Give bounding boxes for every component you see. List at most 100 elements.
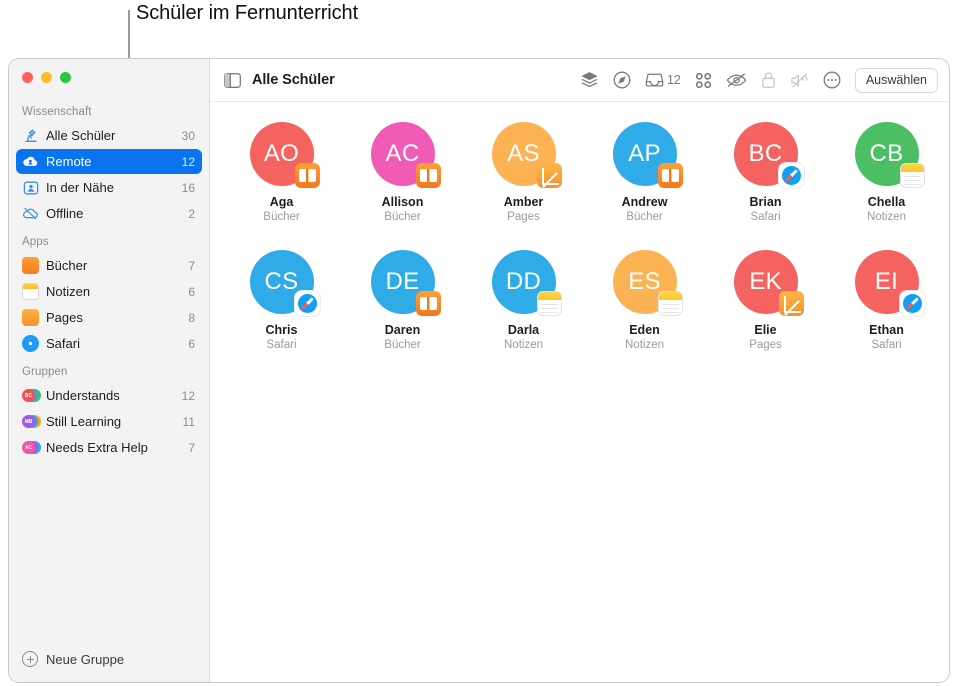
sidebar-item-safari[interactable]: Safari 6	[16, 331, 202, 356]
safari-app-icon	[22, 335, 39, 352]
sidebar-item-label: Offline	[46, 206, 84, 221]
sidebar-item-notizen[interactable]: Notizen 6	[16, 279, 202, 304]
sidebar-item-understands[interactable]: BC Understands 12	[16, 383, 202, 408]
student-card[interactable]: DE Daren Bücher	[342, 250, 463, 351]
sidebar-item-alle-schueler[interactable]: Alle Schüler 30	[16, 123, 202, 148]
avatar: DD	[491, 250, 562, 316]
student-name: Brian	[749, 195, 782, 209]
avatar: EK	[733, 250, 804, 316]
sidebar-list: Wissenschaft Alle Schüler 30 Remote 12 I…	[9, 97, 209, 634]
pages-app-badge-icon	[778, 291, 804, 316]
navigate-compass-icon[interactable]	[613, 71, 631, 89]
student-card[interactable]: DD Darla Notizen	[463, 250, 584, 351]
cloud-person-icon	[22, 153, 39, 170]
student-app: Bücher	[263, 211, 300, 223]
student-name: Daren	[384, 323, 421, 337]
safari-app-badge-icon	[899, 291, 925, 316]
books-app-badge-icon	[415, 163, 441, 188]
student-name: Allison	[381, 195, 424, 209]
sidebar-item-pages[interactable]: Pages 8	[16, 305, 202, 330]
sidebar-section-header: Apps	[22, 236, 49, 248]
new-group-label: Neue Gruppe	[46, 651, 125, 667]
student-card[interactable]: ES Eden Notizen	[584, 250, 705, 351]
zoom-button[interactable]	[60, 72, 71, 83]
new-group-button[interactable]: Neue Gruppe	[9, 636, 209, 682]
safari-app-badge-icon	[778, 163, 804, 188]
sidebar-item-label: Bücher	[46, 258, 88, 273]
main-panel: Alle Schüler 12 Auswählen AO Aga Bücher …	[210, 59, 949, 682]
books-app-icon	[22, 257, 39, 274]
avatar: CB	[854, 122, 925, 188]
student-card[interactable]: EK Elie Pages	[705, 250, 826, 351]
lock-icon	[761, 71, 776, 89]
more-ellipsis-icon[interactable]	[823, 71, 841, 89]
sidebar-item-count: 16	[181, 180, 195, 195]
grid-view-icon[interactable]	[695, 72, 712, 89]
sidebar-item-count: 11	[182, 414, 195, 429]
student-card[interactable]: CS Chris Safari	[221, 250, 342, 351]
student-name: Chris	[265, 323, 298, 337]
eye-slash-icon[interactable]	[726, 72, 747, 88]
sidebar-item-remote[interactable]: Remote 12	[16, 149, 202, 174]
student-card[interactable]: AP Andrew Bücher	[584, 122, 705, 223]
sidebar-item-in-der-naehe[interactable]: In der Nähe 16	[16, 175, 202, 200]
close-button[interactable]	[22, 72, 33, 83]
person-frame-icon	[22, 179, 39, 196]
student-app: Safari	[750, 211, 781, 223]
layers-icon[interactable]	[580, 71, 599, 89]
sidebar-item-still-learning[interactable]: MB Still Learning 11	[16, 409, 202, 434]
student-card[interactable]: AO Aga Bücher	[221, 122, 342, 223]
sidebar-item-needs-extra-help[interactable]: AC Needs Extra Help 7	[16, 435, 202, 460]
sidebar-item-count: 6	[188, 336, 195, 351]
sidebar-item-count: 12	[181, 154, 195, 169]
student-card[interactable]: CB Chella Notizen	[826, 122, 947, 223]
sidebar-item-count: 7	[188, 440, 195, 455]
group-avatars-icon: BC	[22, 387, 41, 404]
sidebar-item-count: 8	[188, 310, 195, 325]
pages-app-badge-icon	[536, 163, 562, 188]
sidebar-item-label: Pages	[46, 310, 83, 325]
student-app: Notizen	[867, 211, 906, 223]
app-window: Wissenschaft Alle Schüler 30 Remote 12 I…	[8, 58, 950, 683]
student-card[interactable]: BC Brian Safari	[705, 122, 826, 223]
student-app: Pages	[749, 339, 782, 351]
sidebar-toggle-icon[interactable]	[224, 72, 241, 88]
select-button[interactable]: Auswählen	[854, 67, 938, 93]
screenshot-root: Schüler im Fernunterricht Wissenschaft A…	[0, 0, 958, 686]
student-card[interactable]: EI Ethan Safari	[826, 250, 947, 351]
avatar: CS	[249, 250, 320, 316]
books-app-badge-icon	[415, 291, 441, 316]
student-grid: AO Aga Bücher AC Allison Bücher AS Amber…	[221, 102, 949, 351]
sidebar-item-count: 6	[188, 284, 195, 299]
student-card[interactable]: AS Amber Pages	[463, 122, 584, 223]
pages-app-icon	[22, 309, 39, 326]
student-name: Ethan	[869, 323, 904, 337]
sidebar-item-label: Notizen	[46, 284, 91, 299]
books-app-badge-icon	[294, 163, 320, 188]
student-name: Elie	[754, 323, 777, 337]
minimize-button[interactable]	[41, 72, 52, 83]
sidebar-section-header: Gruppen	[22, 366, 68, 378]
microscope-icon	[22, 127, 39, 144]
sidebar-item-count: 2	[188, 206, 195, 221]
notes-app-icon	[22, 283, 39, 300]
inbox-icon[interactable]: 12	[645, 72, 681, 88]
student-name: Darla	[507, 323, 540, 337]
sidebar-item-label: Remote	[46, 154, 92, 169]
sidebar-item-buecher[interactable]: Bücher 7	[16, 253, 202, 278]
safari-app-badge-icon	[294, 291, 320, 316]
inbox-count: 12	[666, 73, 681, 87]
student-name: Amber	[503, 195, 544, 209]
avatar: AP	[612, 122, 683, 188]
callout-label: Schüler im Fernunterricht	[136, 2, 359, 24]
student-name: Andrew	[621, 195, 668, 209]
cloud-slash-icon	[22, 205, 39, 222]
avatar: AC	[370, 122, 441, 188]
window-controls	[22, 72, 71, 83]
sidebar-item-offline[interactable]: Offline 2	[16, 201, 202, 226]
student-app: Bücher	[384, 339, 421, 351]
student-card[interactable]: AC Allison Bücher	[342, 122, 463, 223]
student-name: Eden	[629, 323, 660, 337]
sidebar: Wissenschaft Alle Schüler 30 Remote 12 I…	[9, 59, 210, 682]
student-name: Aga	[269, 195, 294, 209]
